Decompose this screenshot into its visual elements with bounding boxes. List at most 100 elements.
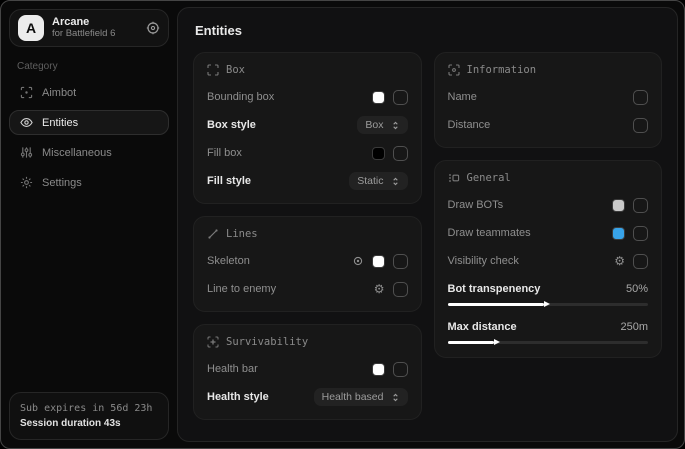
setting-row-draw-teammates: Draw teammates [448,222,649,244]
setting-row-draw-bots: Draw BOTs [448,194,649,216]
grid-icon [448,172,460,184]
health-icon [207,336,219,348]
lines-card-header: Lines [207,228,408,240]
crosshair-icon[interactable] [146,21,160,35]
information-card-header: Information [448,64,649,76]
health-bar-checkbox[interactable] [393,362,408,377]
category-label: Category [17,61,169,72]
setting-label: Health bar [207,363,258,375]
bounding-box-color-swatch[interactable] [372,91,385,104]
app-subtitle: for Battlefield 6 [52,29,138,40]
app-logo: A [18,15,44,41]
settings-columns: Box Bounding box Box style Box [193,52,662,420]
gear-icon [19,176,33,189]
lines-card: Lines Skeleton Line to enemy [193,216,422,312]
brand-card: A Arcane for Battlefield 6 [9,9,169,47]
left-column: Box Bounding box Box style Box [193,52,422,420]
sidebar-item-entities[interactable]: Entities [9,110,169,135]
setting-row-fill-style: Fill style Static [207,170,408,192]
gear-icon[interactable]: ⚙ [614,255,625,267]
setting-row-skeleton: Skeleton [207,250,408,272]
setting-label: Name [448,91,477,103]
sidebar-item-miscellaneous[interactable]: Miscellaneous [9,140,169,165]
setting-row-bounding-box: Bounding box [207,86,408,108]
survivability-card-header: Survivability [207,336,408,348]
fill-box-checkbox[interactable] [393,146,408,161]
card-title: General [467,172,511,184]
card-title: Information [467,64,537,76]
unfold-icon [391,177,400,186]
brand-text: Arcane for Battlefield 6 [52,16,138,40]
setting-label: Fill style [207,175,251,187]
gear-icon[interactable]: ⚙ [374,283,385,295]
skeleton-color-swatch[interactable] [372,255,385,268]
bounding-box-checkbox[interactable] [393,90,408,105]
eye-icon [19,116,33,129]
slider-fill [448,303,544,306]
setting-label: Bot transpenency [448,283,541,295]
bot-transparency-setting: Bot transpenency 50% [448,280,649,308]
setting-row-distance: Distance [448,114,649,136]
setting-label: Bounding box [207,91,274,103]
setting-row-fill-box: Fill box [207,142,408,164]
survivability-card: Survivability Health bar Health style He… [193,324,422,420]
name-checkbox[interactable] [633,90,648,105]
unfold-icon [391,393,400,402]
session-duration-text: Session duration 43s [20,416,158,431]
crosshair-icon [19,86,33,99]
slider-value: 50% [626,283,648,295]
health-style-dropdown[interactable]: Health based [314,388,408,406]
setting-label: Line to enemy [207,283,276,295]
sliders-icon [19,146,33,159]
draw-teammates-checkbox[interactable] [633,226,648,241]
setting-label: Distance [448,119,491,131]
bot-transparency-slider[interactable] [448,300,649,308]
setting-label: Fill box [207,147,242,159]
fill-style-dropdown[interactable]: Static [349,172,407,190]
visibility-check-checkbox[interactable] [633,254,648,269]
draw-teammates-color-swatch[interactable] [612,227,625,240]
information-card: Information Name Distance [434,52,663,148]
sidebar-item-aimbot[interactable]: Aimbot [9,80,169,105]
right-column: Information Name Distance [434,52,663,358]
sidebar-item-label: Entities [42,117,78,129]
viewfinder-icon [207,64,219,76]
general-card-header: General [448,172,649,184]
line-icon [207,228,219,240]
setting-label: Visibility check [448,255,519,267]
sidebar: A Arcane for Battlefield 6 Category Aimb… [1,1,177,448]
main-panel: Entities Box Bounding box [177,7,678,442]
setting-row-visibility-check: Visibility check ⚙ [448,250,649,272]
page-title: Entities [195,23,662,38]
slider-value: 250m [620,321,648,333]
setting-label: Skeleton [207,255,250,267]
general-card: General Draw BOTs Draw teammates [434,160,663,358]
setting-row-line-to-enemy: Line to enemy ⚙ [207,278,408,300]
target-icon[interactable] [352,255,364,267]
setting-row-box-style: Box style Box [207,114,408,136]
box-style-dropdown[interactable]: Box [357,116,407,134]
health-bar-color-swatch[interactable] [372,363,385,376]
app-window: A Arcane for Battlefield 6 Category Aimb… [0,0,685,449]
skeleton-checkbox[interactable] [393,254,408,269]
setting-label: Draw teammates [448,227,531,239]
sidebar-item-label: Miscellaneous [42,147,112,159]
draw-bots-checkbox[interactable] [633,198,648,213]
sidebar-item-label: Settings [42,177,82,189]
draw-bots-color-swatch[interactable] [612,199,625,212]
subscription-status-card: Sub expires in 56d 23h Session duration … [9,392,169,440]
setting-row-name: Name [448,86,649,108]
setting-label: Draw BOTs [448,199,504,211]
max-distance-slider[interactable] [448,338,649,346]
box-card: Box Bounding box Box style Box [193,52,422,204]
distance-checkbox[interactable] [633,118,648,133]
line-to-enemy-checkbox[interactable] [393,282,408,297]
slider-fill [448,341,494,344]
fill-box-color-swatch[interactable] [372,147,385,160]
card-title: Survivability [226,336,308,348]
setting-row-health-style: Health style Health based [207,386,408,408]
setting-row-health-bar: Health bar [207,358,408,380]
box-card-header: Box [207,64,408,76]
sidebar-item-settings[interactable]: Settings [9,170,169,195]
card-title: Box [226,64,245,76]
